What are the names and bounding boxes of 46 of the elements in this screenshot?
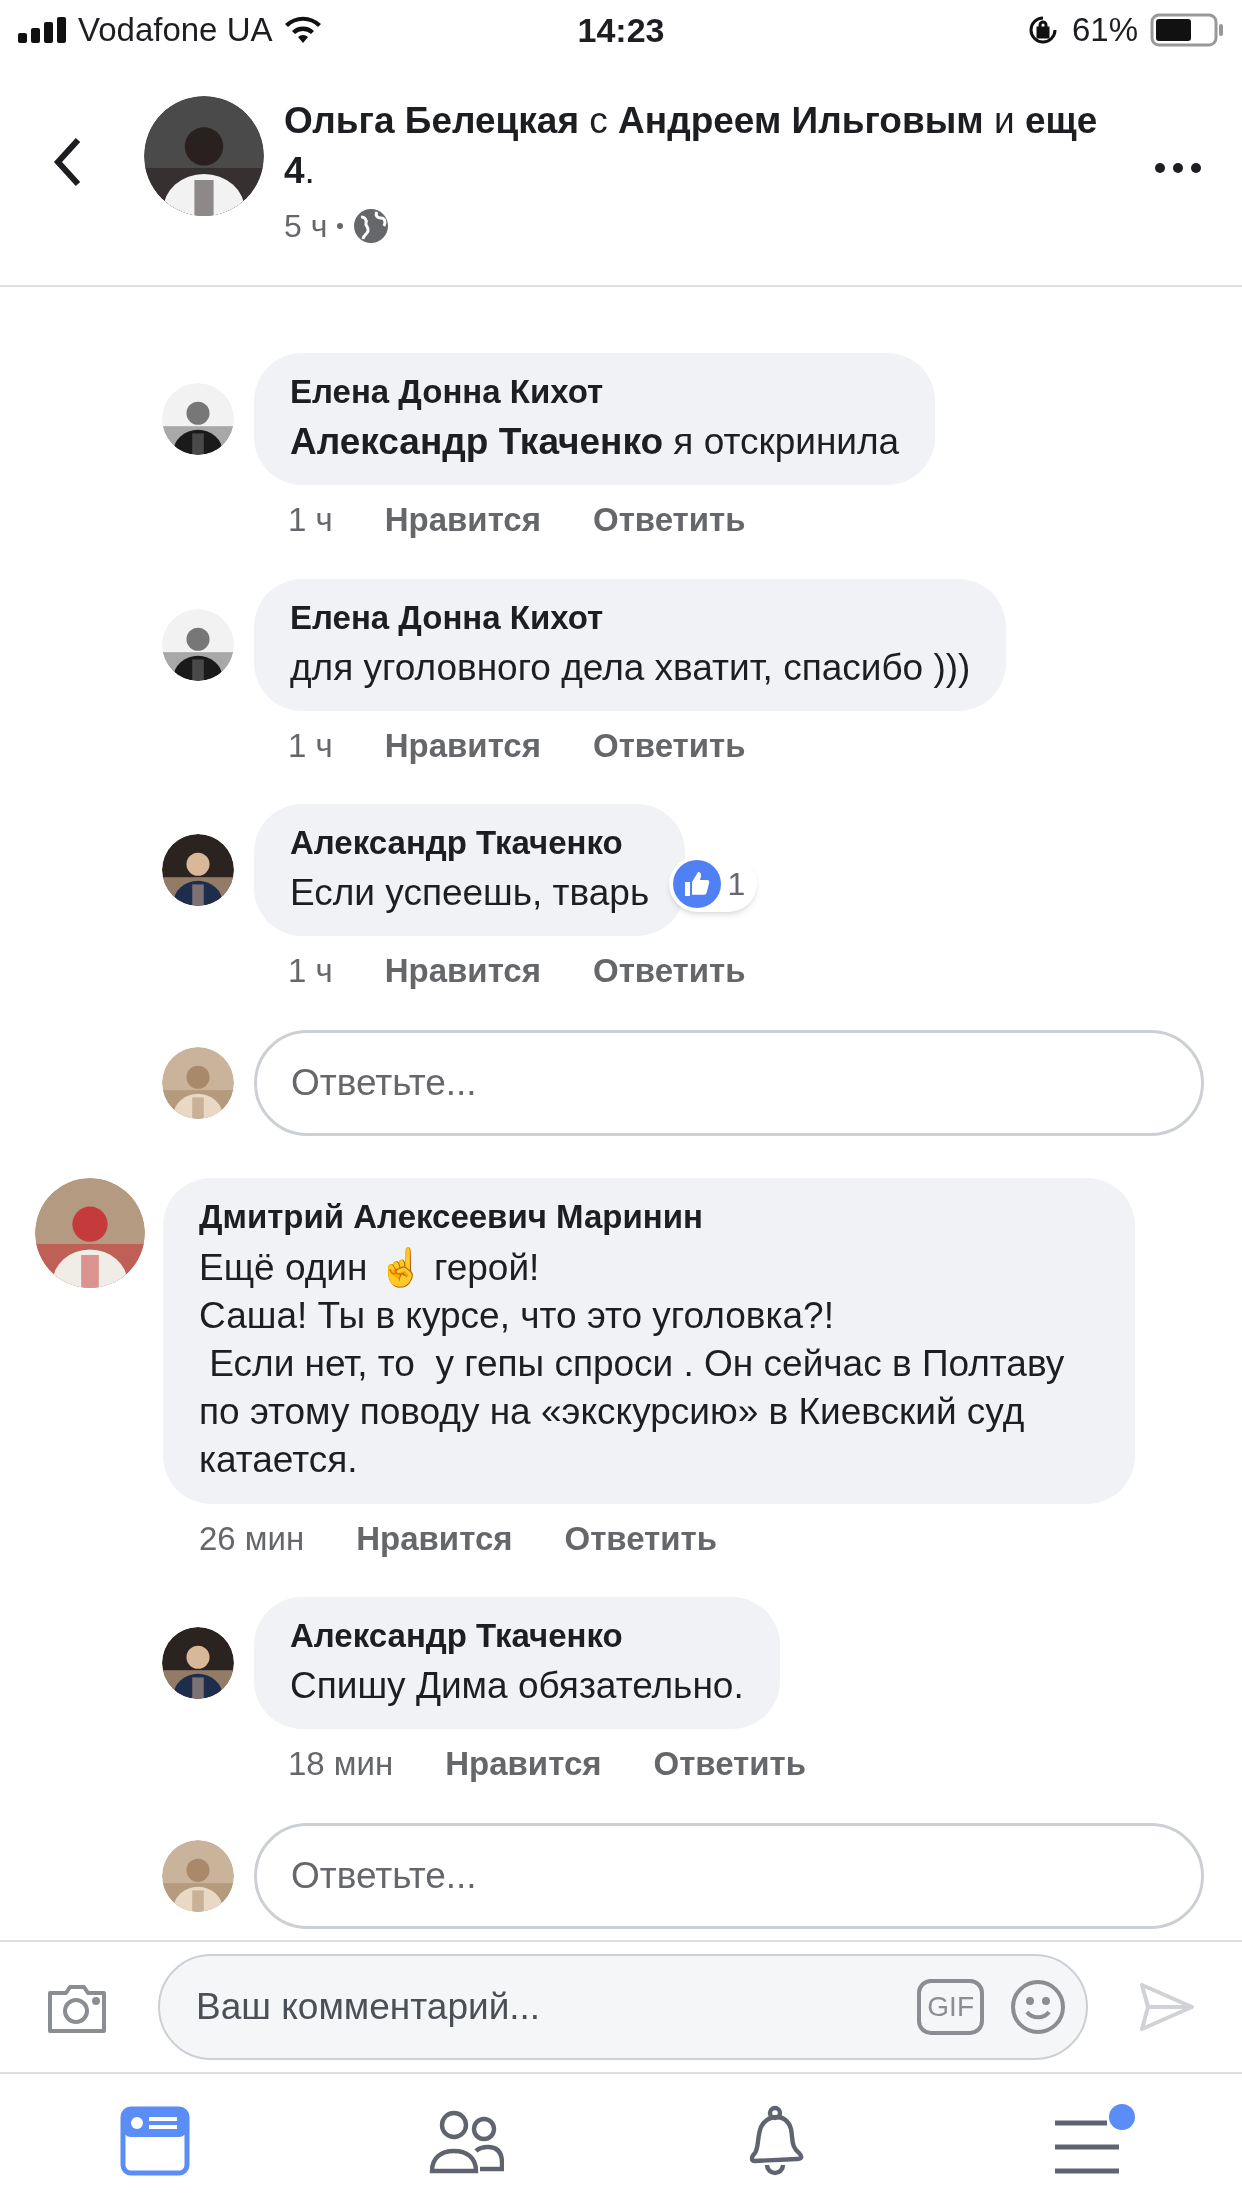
reply-field[interactable]: Ответьте... [254, 1822, 1204, 1929]
comment-time: 1 ч [288, 500, 333, 540]
reply-placeholder: Ответьте... [291, 1853, 477, 1898]
reaction-count: 1 [727, 865, 746, 904]
comment-text: Если успеешь, тварь [290, 871, 650, 915]
comment-author[interactable]: Елена Донна Кихот [290, 371, 900, 413]
comment-time: 1 ч [288, 951, 333, 991]
comment-text: Спишу Дима обязательно. [290, 1664, 744, 1708]
comment-time: 26 мин [199, 1518, 305, 1559]
reaction-badge[interactable]: 1 [669, 856, 758, 912]
comment-author[interactable]: Елена Донна Кихот [290, 596, 971, 639]
like-link[interactable]: Нравится [384, 946, 541, 996]
comment-text: для уголовного дела хватит, спасибо ))) [290, 645, 971, 690]
like-link[interactable]: Нравится [384, 720, 541, 770]
comment-placeholder: Ваш комментарий... [196, 1985, 542, 2030]
emoji-icon[interactable] [1010, 1979, 1066, 2035]
comment-time: 18 мин [288, 1744, 394, 1784]
globe-icon [353, 208, 390, 244]
comment-author[interactable]: Александр Ткаченко [290, 1615, 744, 1657]
post-title: Ольга Белецкая с Андреем Ильговым и еще 4. [284, 99, 1099, 193]
post-time: 5 ч [284, 207, 328, 246]
reply-link[interactable]: Ответить [593, 946, 746, 996]
thumbs-up-icon [673, 860, 722, 908]
reply-link[interactable]: Ответить [593, 720, 746, 770]
like-link[interactable]: Нравится [384, 495, 541, 545]
carrier-name: Vodafone UA [78, 10, 273, 51]
reply-link[interactable]: Ответить [593, 495, 746, 545]
comment-author[interactable]: Александр Ткаченко [290, 822, 650, 864]
like-link[interactable]: Нравится [445, 1739, 602, 1789]
gif-button[interactable]: GIF [917, 1979, 984, 2035]
battery-icon [1150, 13, 1224, 47]
comment-author[interactable]: Дмитрий Алексеевич Маринин [199, 1195, 1099, 1238]
battery-percent: 61% [1071, 10, 1138, 51]
comment-text: Александр Ткаченко я отскринила [290, 420, 900, 464]
comment-field[interactable]: Ваш комментарий... GIF [158, 1954, 1088, 2060]
reply-field[interactable]: Ответьте... [254, 1029, 1204, 1136]
more-icon[interactable] [1154, 162, 1202, 174]
reply-placeholder: Ответьте... [291, 1060, 477, 1105]
news-feed-icon [119, 2105, 192, 2177]
like-link[interactable]: Нравится [356, 1513, 513, 1563]
clock-time: 14:23 [577, 9, 665, 51]
reply-link[interactable]: Ответить [653, 1739, 806, 1789]
signal-icon [18, 17, 68, 43]
comment-time: 1 ч [288, 725, 333, 766]
reply-link[interactable]: Ответить [564, 1513, 717, 1563]
comment-text: Ещё один ☝ герой! Саша! Ты в курсе, что это уголовка?! Если нет, то у гепы спроси . Он сейчас в Полтаву по этому поводу на «экскурсию» в Киевский суд катается. [199, 1245, 1066, 1482]
